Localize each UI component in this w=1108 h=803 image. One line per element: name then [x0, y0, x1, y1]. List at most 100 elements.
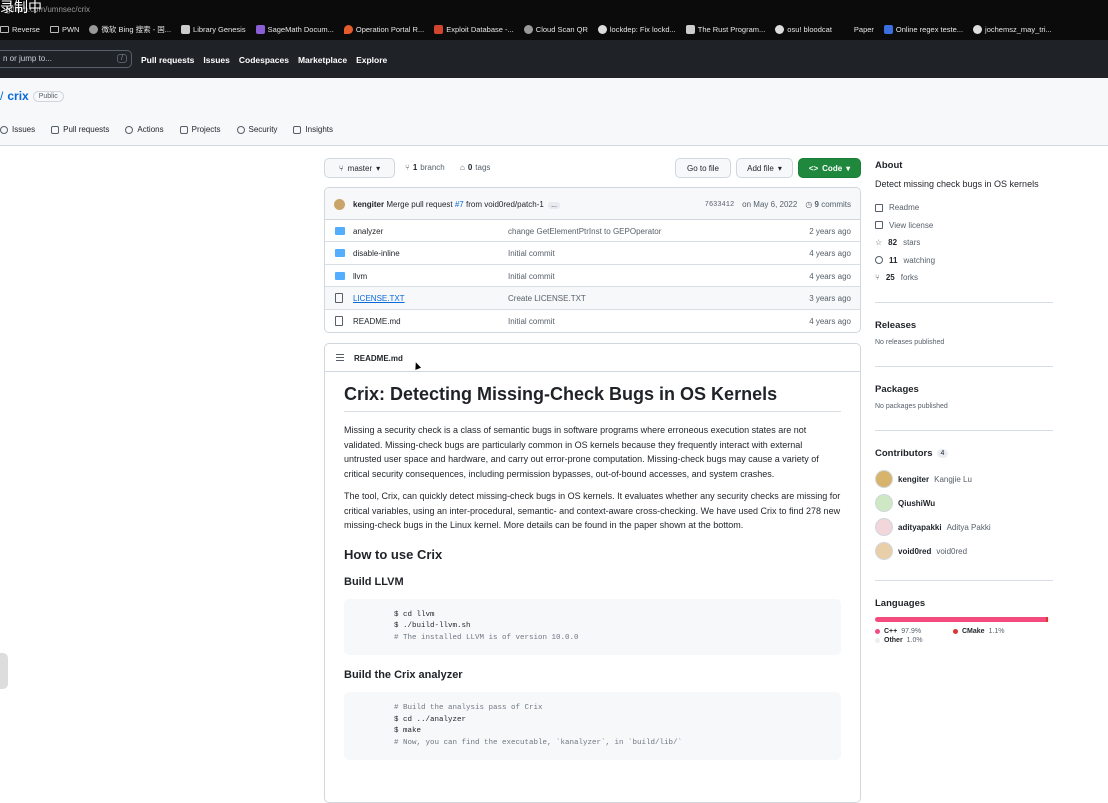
contributor-item[interactable]: kengiter Kangjie Lu [875, 467, 1053, 491]
commits-link[interactable]: ◷ 9 commits [805, 200, 851, 209]
tags-link[interactable]: ⌂ 0 tags [460, 163, 490, 172]
tab-issues[interactable]: Issues [0, 125, 35, 134]
file-commit-message[interactable]: change GetElementPtrInst to GEPOperator [508, 227, 661, 236]
packages-heading[interactable]: Packages [875, 384, 1053, 395]
contributor-item[interactable]: adityapakki Aditya Pakki [875, 515, 1053, 539]
bookmark-item[interactable]: lockdep: Fix lockd... [597, 24, 676, 34]
add-file-button[interactable]: Add file ▾ [736, 158, 793, 178]
readme-link[interactable]: Readme [875, 199, 1053, 217]
bookmark-item[interactable]: Operation Portal R... [343, 24, 424, 34]
bookmark-item[interactable]: Paper [842, 25, 874, 34]
scroll-handle[interactable] [0, 653, 8, 689]
law-icon [875, 221, 883, 230]
bookmark-item[interactable]: Library Genesis [181, 24, 246, 34]
avatar [875, 542, 893, 560]
language-color-dot [875, 638, 880, 643]
readme-heading: How to use Crix [344, 546, 443, 562]
tab-label: Insights [305, 125, 333, 134]
nav-issues[interactable]: Issues [203, 55, 229, 65]
bookmark-item[interactable]: PWN [49, 25, 79, 34]
commit-author[interactable]: kengiter [353, 200, 384, 209]
nav-pull-requests[interactable]: Pull requests [141, 55, 194, 65]
search-input[interactable]: n or jump to... / [0, 50, 132, 68]
bookmark-label: SageMath Docum... [267, 24, 334, 34]
go-to-file-button[interactable]: Go to file [675, 158, 731, 178]
branch-select-button[interactable]: ⑂ master ▾ [324, 158, 395, 178]
bookmark-label: lockdep: Fix lockd... [609, 24, 676, 34]
bookmark-item[interactable]: osu! bloodcat [775, 24, 832, 34]
expand-commit-button[interactable]: ... [548, 202, 560, 209]
bookmark-item[interactable]: 微软 Bing 搜索 - 国... [89, 24, 171, 35]
pull-request-link[interactable]: #7 [455, 200, 464, 209]
file-row[interactable]: README.md Initial commit 4 years ago [325, 310, 860, 332]
license-link[interactable]: View license [875, 217, 1053, 235]
contributor-login: QiushiWu [898, 498, 936, 508]
bookmark-label: Paper [853, 24, 874, 34]
file-commit-message[interactable]: Create LICENSE.TXT [508, 294, 586, 303]
tab-insights[interactable]: Insights [293, 125, 333, 134]
contributor-item[interactable]: QiushiWu [875, 491, 1053, 515]
commit-sha[interactable]: 7633412 [705, 201, 734, 209]
main-content: ⑂ master ▾ ⑂ 1 branch ⌂ 0 tags Go to fil… [324, 158, 861, 803]
file-name[interactable]: analyzer [353, 227, 383, 236]
file-row[interactable]: LICENSE.TXT Create LICENSE.TXT 3 years a… [325, 287, 860, 310]
code-button[interactable]: <> Code ▾ [798, 158, 861, 178]
watching-link[interactable]: 11 watching [875, 252, 1053, 270]
issue-icon [0, 125, 8, 134]
file-row[interactable]: analyzer change GetElementPtrInst to GEP… [325, 220, 860, 243]
bookmark-item[interactable]: Online regex teste... [883, 24, 963, 34]
forks-count: 25 [885, 273, 895, 283]
list-icon[interactable] [336, 354, 344, 361]
file-name[interactable]: LICENSE.TXT [353, 294, 405, 303]
file-name[interactable]: README.md [353, 317, 401, 326]
nav-explore[interactable]: Explore [356, 55, 387, 65]
bookmark-label: Library Genesis [193, 24, 246, 34]
contributors-heading[interactable]: Contributors 4 [875, 448, 1053, 459]
address-bar[interactable]: github.com/umnsec/crix 录制中 [0, 0, 1108, 18]
commit-label: commits [821, 200, 851, 209]
branch-icon: ⑂ [338, 163, 344, 173]
bookmark-label: 微软 Bing 搜索 - 国... [101, 24, 172, 34]
language-item[interactable]: CMake 1.1% [953, 628, 1019, 635]
releases-heading[interactable]: Releases [875, 320, 1053, 331]
bookmark-item[interactable]: jochemsz_may_tri... [973, 24, 1052, 34]
nav-marketplace[interactable]: Marketplace [298, 55, 347, 65]
bookmark-item[interactable]: Exploit Database -... [434, 24, 514, 34]
repo-tabs: Issues Pull requests Actions Projects Se… [0, 125, 333, 134]
bookmark-label: osu! bloodcat [787, 24, 832, 34]
file-age: 3 years ago [809, 294, 851, 304]
about-section: About Detect missing check bugs in OS ke… [875, 160, 1053, 287]
file-commit-message[interactable]: Initial commit [508, 272, 555, 281]
commit-message-suffix[interactable]: from void0red/patch-1 [466, 200, 544, 209]
folder-icon [49, 25, 59, 33]
branches-link[interactable]: ⑂ 1 branch [405, 163, 445, 172]
bookmark-item[interactable]: The Rust Program... [685, 24, 765, 34]
language-item[interactable]: Other 1.0% [875, 637, 941, 644]
folder-icon [335, 227, 345, 235]
bookmark-item[interactable]: Reverse [0, 25, 40, 34]
tab-actions[interactable]: Actions [125, 125, 164, 134]
bookmark-item[interactable]: SageMath Docum... [255, 24, 334, 34]
file-name[interactable]: llvm [353, 272, 367, 281]
nav-codespaces[interactable]: Codespaces [239, 55, 289, 65]
commit-message: kengiter Merge pull request #7 from void… [353, 200, 560, 209]
file-name[interactable]: disable-inline [353, 249, 400, 258]
commit-message-prefix[interactable]: Merge pull request [386, 200, 452, 209]
tab-projects[interactable]: Projects [179, 125, 221, 134]
tab-pull-requests[interactable]: Pull requests [51, 125, 109, 134]
table-icon [179, 125, 188, 134]
tab-security[interactable]: Security [236, 125, 277, 134]
repo-name-link[interactable]: crix [7, 89, 28, 103]
stars-count: 82 [888, 238, 898, 248]
contributor-login: adityapakki [898, 522, 942, 532]
file-row[interactable]: llvm Initial commit 4 years ago [325, 265, 860, 288]
stars-link[interactable]: ☆ 82 stars [875, 234, 1053, 252]
contributor-item[interactable]: void0red void0red [875, 539, 1053, 563]
file-commit-message[interactable]: Initial commit [508, 249, 555, 258]
file-row[interactable]: disable-inline Initial commit 4 years ag… [325, 242, 860, 265]
file-commit-message[interactable]: Initial commit [508, 317, 555, 326]
bookmark-item[interactable]: Cloud Scan QR [523, 24, 588, 34]
avatar[interactable] [334, 199, 345, 210]
forks-link[interactable]: ⑂ 25 forks [875, 269, 1053, 287]
language-item[interactable]: C++ 97.9% [875, 628, 941, 635]
